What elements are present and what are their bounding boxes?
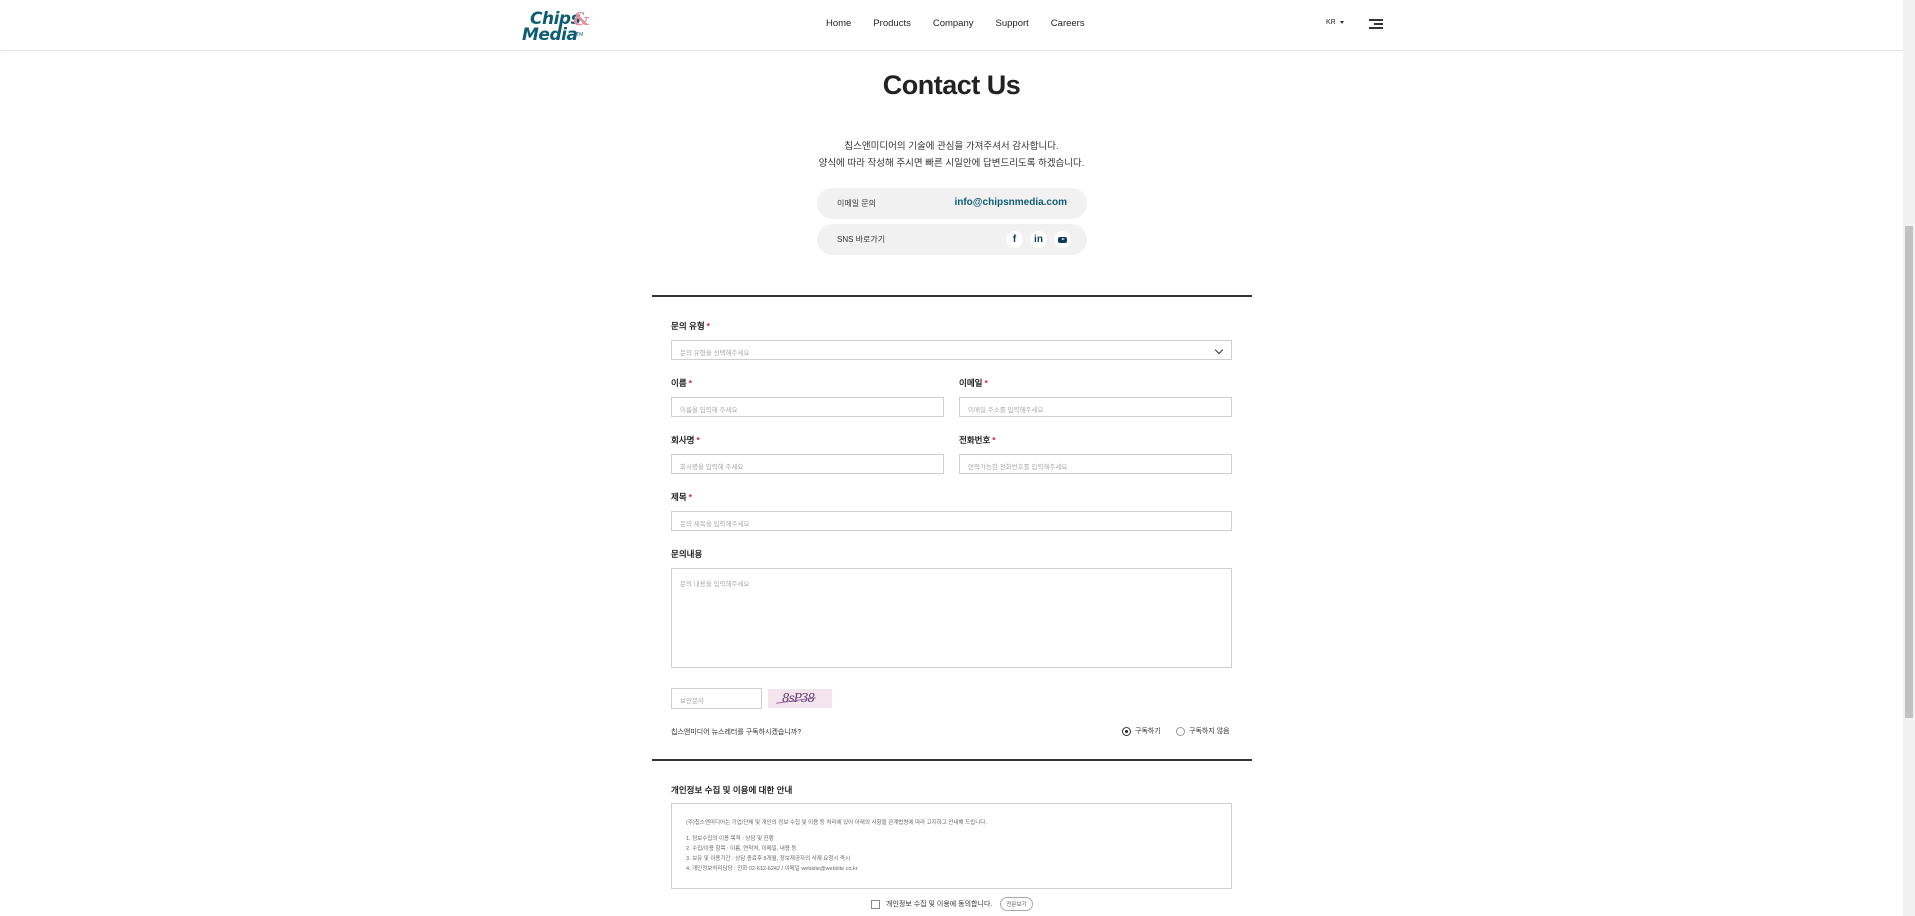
radio-unchecked-icon — [1176, 726, 1185, 736]
form-divider-top — [652, 295, 1252, 297]
inquiry-type-select[interactable]: 문의 유형을 선택해주세요 — [671, 340, 1232, 360]
name-placeholder: 이름을 입력해 주세요 — [680, 407, 738, 414]
language-label: KR — [1326, 19, 1336, 26]
privacy-agree-row: 개인정보 수집 및 이용에 동의합니다. 전문보기 — [871, 897, 1033, 911]
linkedin-icon[interactable]: in — [1030, 231, 1047, 248]
contact-email-link[interactable]: info@chipsnmedia.com — [954, 197, 1067, 208]
phone-placeholder: 연락가능한 전화번호를 입력해주세요 — [968, 464, 1068, 471]
privacy-item: 2. 수집/이용 항목 : 이름, 연락처, 이메일, 내용 등 — [686, 846, 797, 852]
nav-home[interactable]: Home — [826, 18, 851, 32]
privacy-intro: (주)칩스앤미디어는 기업/단체 및 개인의 정보 수집 및 이용 등 처리에 … — [686, 820, 987, 826]
language-selector[interactable]: KR — [1326, 19, 1344, 26]
email-inquiry-pill: 이메일 문의 info@chipsnmedia.com — [817, 188, 1087, 219]
subject-label: 제목 * — [671, 492, 692, 502]
intro-line-2: 양식에 따라 작성해 주시면 빠른 시일안에 답변드리도록 하겠습니다. — [818, 158, 1085, 169]
captcha-image: 8sP38 — [768, 689, 832, 708]
nav-support[interactable]: Support — [996, 18, 1029, 32]
logo-text-media: Media — [522, 25, 578, 45]
content-label: 문의내용 — [671, 549, 703, 559]
newsletter-question: 칩스앤미디어 뉴스레터를 구독하시겠습니까? — [671, 729, 802, 736]
privacy-item: 1. 정보수집의 이용 목적 : 상담 및 진행 — [686, 836, 774, 842]
view-full-text-button[interactable]: 전문보기 — [1000, 897, 1033, 911]
newsletter-unsubscribe-radio[interactable]: 구독하지 않음 — [1176, 726, 1230, 736]
chevron-down-icon — [1214, 345, 1224, 355]
newsletter-subscribe-label: 구독하기 — [1135, 728, 1161, 735]
email-input[interactable]: 이메일 주소를 입력해주세요 — [959, 397, 1232, 417]
inquiry-type-label: 문의 유형 * — [671, 321, 710, 331]
nav-company[interactable]: Company — [933, 18, 974, 32]
nav-careers[interactable]: Careers — [1051, 18, 1085, 32]
privacy-agree-checkbox[interactable] — [871, 899, 880, 909]
company-placeholder: 회사명을 입력해 주세요 — [680, 464, 744, 471]
email-label: 이메일 * — [959, 378, 988, 388]
hamburger-menu-icon[interactable] — [1369, 19, 1383, 29]
nav-products[interactable]: Products — [873, 18, 911, 32]
company-label: 회사명 * — [671, 435, 700, 445]
sns-links: f in — [1006, 231, 1071, 248]
youtube-icon[interactable] — [1054, 231, 1071, 248]
name-input[interactable]: 이름을 입력해 주세요 — [671, 397, 944, 417]
page-scrollbar[interactable] — [1903, 0, 1915, 916]
company-input[interactable]: 회사명을 입력해 주세요 — [671, 454, 944, 474]
main-nav: Home Products Company Support Careers — [826, 18, 1107, 32]
radio-checked-icon — [1122, 726, 1131, 736]
page-title: Contact Us — [882, 70, 1021, 100]
sns-label: SNS 바로가기 — [837, 235, 886, 244]
newsletter-subscribe-radio[interactable]: 구독하기 — [1122, 726, 1161, 736]
chipsmedia-logo[interactable]: Chips Media & TM — [521, 8, 597, 45]
privacy-item: 4. 개인정보처리담당 : 전화 02-612-6242 / 이메일 websi… — [686, 866, 858, 872]
phone-label: 전화번호 * — [959, 435, 996, 445]
subject-placeholder: 문의 제목을 입력해주세요 — [680, 521, 750, 528]
privacy-agree-label: 개인정보 수집 및 이용에 동의합니다. — [886, 901, 993, 908]
form-divider-bottom — [652, 759, 1252, 761]
name-label: 이름 * — [671, 378, 692, 388]
privacy-text-box[interactable]: (주)칩스앤미디어는 기업/단체 및 개인의 정보 수집 및 이용 등 처리에 … — [671, 803, 1232, 889]
logo-trademark: TM — [576, 32, 584, 38]
privacy-item: 3. 보유 및 이용기간 : 상담 종료후 6개월, 정보제공자의 삭제 요청시… — [686, 856, 851, 862]
content-textarea[interactable]: 문의 내용을 입력해주세요 — [671, 568, 1232, 668]
scrollbar-thumb[interactable] — [1905, 226, 1913, 718]
facebook-icon[interactable]: f — [1006, 231, 1023, 248]
subject-input[interactable]: 문의 제목을 입력해주세요 — [671, 511, 1232, 531]
site-header: Chips Media & TM Home Products Company S… — [0, 0, 1903, 51]
inquiry-type-placeholder: 문의 유형을 선택해주세요 — [680, 350, 750, 357]
captcha-placeholder: 보안문자 — [680, 698, 704, 705]
captcha-input[interactable]: 보안문자 — [671, 688, 762, 709]
newsletter-unsubscribe-label: 구독하지 않음 — [1189, 728, 1230, 735]
caret-down-icon — [1339, 21, 1344, 24]
logo-ampersand: & — [573, 9, 590, 30]
phone-input[interactable]: 연락가능한 전화번호를 입력해주세요 — [959, 454, 1232, 474]
privacy-title: 개인정보 수집 및 이용에 대한 안내 — [671, 785, 793, 795]
sns-pill: SNS 바로가기 f in — [817, 224, 1087, 255]
content-placeholder: 문의 내용을 입력해주세요 — [680, 581, 750, 588]
intro-line-1: 칩스앤미디어의 기술에 관심을 가져주셔서 감사합니다. — [844, 141, 1059, 152]
email-inquiry-label: 이메일 문의 — [837, 199, 877, 208]
email-placeholder: 이메일 주소를 입력해주세요 — [968, 407, 1044, 414]
